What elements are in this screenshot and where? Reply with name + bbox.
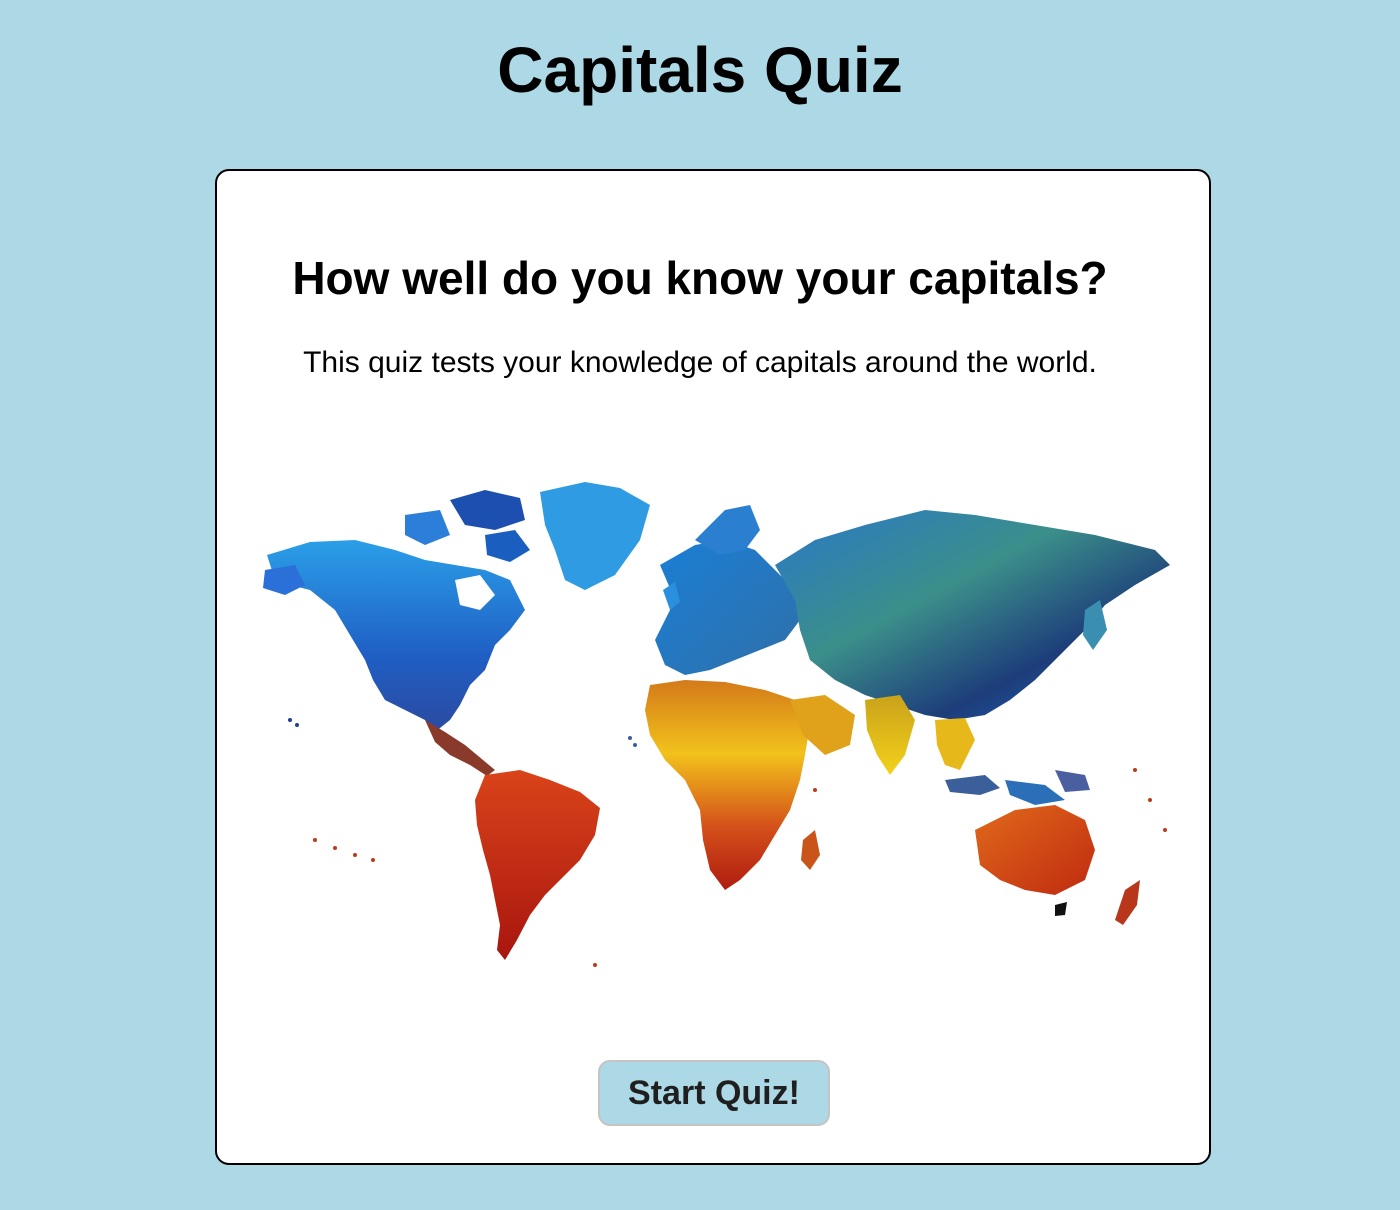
start-quiz-button[interactable]: Start Quiz! [598, 1060, 830, 1126]
intro-heading: How well do you know your capitals? [292, 252, 1108, 304]
world-map-image [263, 482, 1170, 967]
page-title: Capitals Quiz [497, 34, 903, 106]
intro-description: This quiz tests your knowledge of capita… [303, 346, 1097, 379]
